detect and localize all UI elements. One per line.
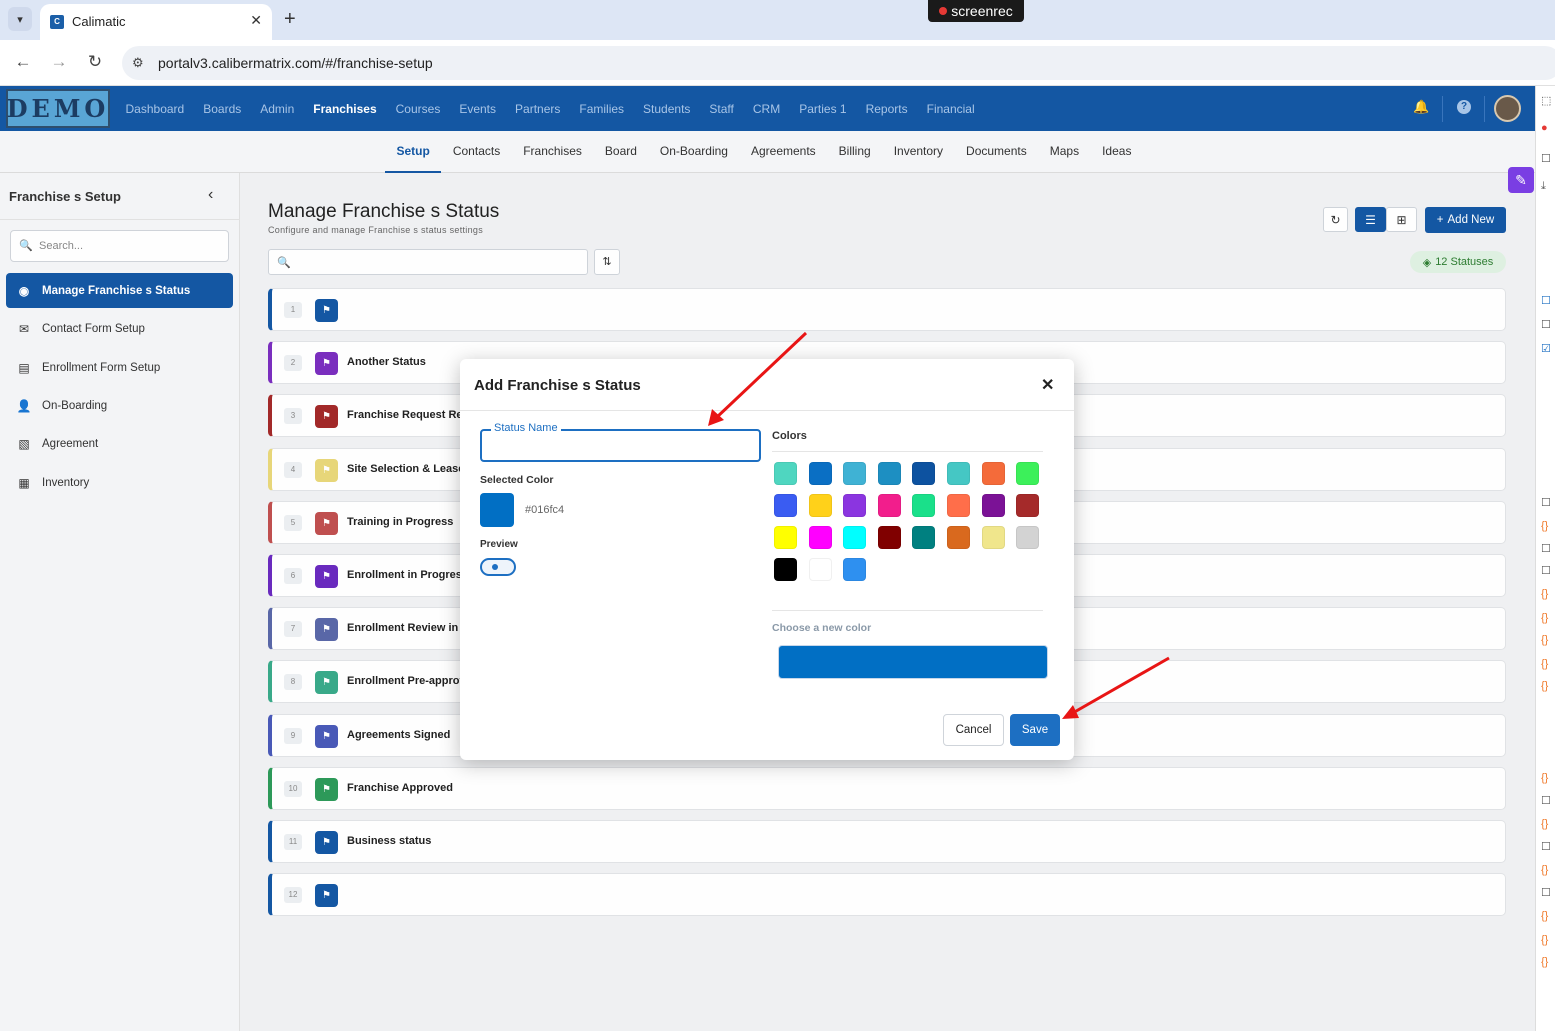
ext-checkbox-icon[interactable]: ☐ [1541,496,1551,509]
colors-label: Colors [772,430,807,442]
color-swatch[interactable] [808,462,832,485]
dialog-title: Add Franchise s Status [474,377,641,394]
ext-code-icon[interactable]: {} [1541,588,1548,600]
color-swatch[interactable] [1016,494,1040,517]
url-field[interactable]: ⚙ portalv3.calibermatrix.com/#/franchise… [122,46,1555,80]
ext-checkbox-icon[interactable]: ☐ [1541,294,1551,307]
ext-record-icon[interactable]: ● [1541,122,1548,134]
selected-color-label: Selected Color [480,474,554,486]
color-swatch[interactable] [912,494,936,517]
colors-divider [772,451,1043,452]
save-button[interactable]: Save [1010,714,1060,746]
ext-checkbox-icon[interactable]: ☐ [1541,886,1551,899]
address-bar: ← → ↻ ⚙ portalv3.calibermatrix.com/#/fra… [0,40,1555,86]
tab-search-chevron-icon[interactable]: ▾ [8,7,32,31]
color-swatch[interactable] [877,494,901,517]
ext-code-icon[interactable]: {} [1541,612,1548,624]
dialog-divider [460,410,1074,411]
color-swatch[interactable] [912,526,936,549]
color-swatch[interactable] [877,526,901,549]
tab-title: Calimatic [72,14,126,29]
color-swatch[interactable] [843,462,867,485]
ext-code-icon[interactable]: {} [1541,910,1548,922]
color-swatch[interactable] [1016,526,1040,549]
tab-close-icon[interactable]: ✕ [250,12,262,29]
ext-code-icon[interactable]: {} [1541,934,1548,946]
selected-color-hex: #016fc4 [525,504,565,516]
color-swatch[interactable] [808,526,832,549]
status-name-label: Status Name [491,422,561,434]
ext-checkbox-icon[interactable]: ☐ [1541,794,1551,807]
color-swatch[interactable] [774,558,797,581]
ext-checkbox-icon[interactable]: ☐ [1541,840,1551,853]
color-swatch[interactable] [774,494,797,517]
site-settings-icon[interactable]: ⚙ [132,55,144,71]
ext-code-icon[interactable]: {} [1541,634,1548,646]
extension-panel: ⬚ ● ☐ ⤓ ☐ ☐ ☑ ☐ {} ☐ ☐ {} {} {} {} {} {}… [1535,86,1555,1031]
ext-code-icon[interactable]: {} [1541,658,1548,670]
ext-code-icon[interactable]: {} [1541,680,1548,692]
color-swatch[interactable] [947,494,970,517]
forward-arrow-icon[interactable]: → [48,52,70,72]
color-swatch[interactable] [1016,462,1040,485]
ext-checked-icon[interactable]: ☑ [1541,342,1551,355]
screenrec-badge: screenrec [928,0,1024,22]
new-tab-button[interactable]: + [284,8,296,30]
cancel-button[interactable]: Cancel [943,714,1004,746]
ext-code-icon[interactable]: {} [1541,772,1548,784]
ext-icon[interactable]: ⬚ [1541,94,1551,107]
ext-code-icon[interactable]: {} [1541,818,1548,830]
recorder-label: screenrec [951,3,1013,19]
color-swatch[interactable] [774,526,797,549]
colors-divider [772,610,1043,611]
preview-pill [480,558,516,576]
add-status-dialog: Add Franchise s Status ✕ Status Name Sel… [460,359,1074,760]
ext-checkbox-icon[interactable]: ☐ [1541,542,1551,555]
color-swatch[interactable] [912,462,936,485]
color-swatch[interactable] [808,494,832,517]
color-swatch[interactable] [843,558,867,581]
ext-code-icon[interactable]: {} [1541,956,1548,968]
status-name-field[interactable]: Status Name [480,422,761,462]
favicon-icon: C [50,15,64,29]
browser-tab[interactable]: C Calimatic ✕ [40,4,272,40]
color-swatch[interactable] [981,494,1005,517]
ext-code-icon[interactable]: {} [1541,864,1548,876]
selected-color-swatch [480,493,514,527]
color-swatch[interactable] [877,462,901,485]
preview-dot [492,564,498,570]
record-dot-icon [939,7,948,15]
ext-download-icon[interactable]: ⤓ [1541,180,1546,193]
color-swatch[interactable] [981,462,1005,485]
ext-checkbox-icon[interactable]: ☐ [1541,318,1551,331]
color-swatch[interactable] [843,494,867,517]
color-swatch[interactable] [947,462,970,485]
close-icon[interactable]: ✕ [1041,375,1054,395]
color-swatch[interactable] [947,526,970,549]
ext-checkbox-icon[interactable]: ☐ [1541,564,1551,577]
choose-color-label: Choose a new color [772,622,872,634]
color-swatch[interactable] [774,462,797,485]
ext-code-icon[interactable]: {} [1541,520,1548,532]
color-swatch[interactable] [808,558,832,581]
reload-icon[interactable]: ↻ [84,52,106,72]
color-swatch[interactable] [981,526,1005,549]
browser-tab-bar: ▾ C Calimatic ✕ + screenrec [0,0,1555,40]
color-picker-input[interactable] [778,645,1048,679]
preview-label: Preview [480,539,518,550]
back-arrow-icon[interactable]: ← [12,52,34,72]
ext-checkbox-icon[interactable]: ☐ [1541,152,1551,165]
color-swatch[interactable] [843,526,867,549]
url-text: portalv3.calibermatrix.com/#/franchise-s… [158,55,433,71]
